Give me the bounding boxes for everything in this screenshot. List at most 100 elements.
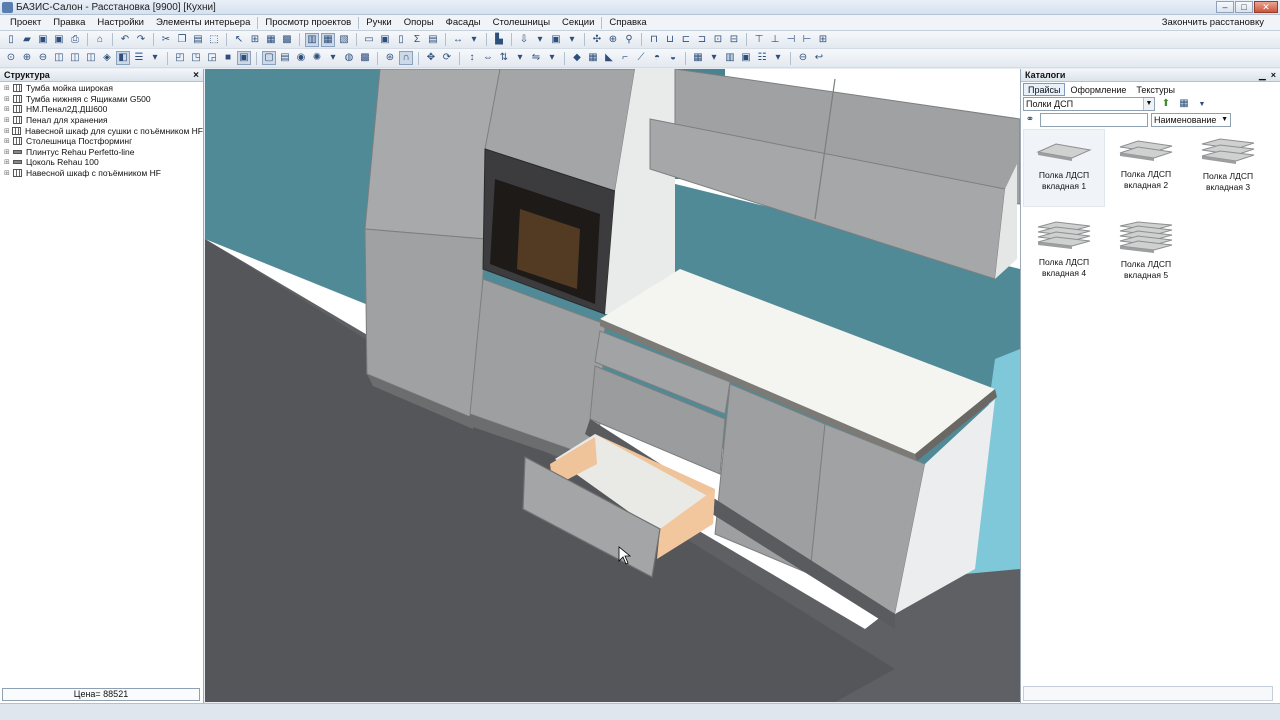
arrange-shelves-icon[interactable]: ☷ [755,51,769,65]
zoom-in-icon[interactable]: ⊕ [20,51,34,65]
chevron-down-icon[interactable]: ▼ [1143,98,1154,110]
view-persp-icon[interactable]: ◧ [116,51,130,65]
panel-icon[interactable]: ▤ [278,51,292,65]
view-left-icon[interactable]: ◫ [84,51,98,65]
texture-icon[interactable]: ▧ [337,33,351,47]
close-icon[interactable]: × [193,70,199,81]
sum-icon[interactable]: Σ [410,33,424,47]
cut-tool-icon[interactable]: ⟋ [634,51,648,65]
expand-icon[interactable]: ⊞ [4,105,13,113]
edge5-icon[interactable]: ⊡ [711,33,725,47]
move-icon[interactable]: ✥ [424,51,438,65]
tab-textures[interactable]: Текстуры [1131,83,1180,96]
vertical-move-icon[interactable]: ↕ [465,51,479,65]
group-icon[interactable]: ⊞ [248,33,262,47]
edge4-icon[interactable]: ⊐ [695,33,709,47]
paste-icon[interactable]: ▤ [191,33,205,47]
chevron-down-icon[interactable]: ▼ [1221,114,1228,126]
open-folder-icon[interactable]: ▰ [20,33,34,47]
menu-settings[interactable]: Настройки [91,17,150,28]
view-top-icon[interactable]: ◫ [68,51,82,65]
menu-facades[interactable]: Фасады [440,17,487,28]
table-icon[interactable]: ▦ [691,51,705,65]
mirror-dropdown-icon[interactable]: ▾ [545,51,559,65]
minimize-button[interactable]: – [1216,1,1234,13]
expand-icon[interactable]: ⊞ [4,95,13,103]
print-icon[interactable]: ⎙ [68,33,82,47]
view-front-icon[interactable]: ◫ [52,51,66,65]
undo-view-icon[interactable]: ⊖ [796,51,810,65]
edge6-icon[interactable]: ⊟ [727,33,741,47]
expand-icon[interactable]: ⊞ [4,158,13,166]
redo-icon[interactable]: ↷ [134,33,148,47]
catalog-search-input[interactable] [1040,113,1148,127]
window-icon[interactable]: ▣ [378,33,392,47]
undo-icon[interactable]: ↶ [118,33,132,47]
shape-icon[interactable]: ◒ [666,51,680,65]
sort-select[interactable]: Наименование ▼ [1151,113,1231,127]
edge3-icon[interactable]: ⊏ [679,33,693,47]
texture-map-icon[interactable]: ▩ [358,51,372,65]
edge-icon[interactable]: ⊓ [647,33,661,47]
catalog-item[interactable]: Полка ЛДСП вкладная 3 [1187,129,1269,207]
layout-icon[interactable]: ▦ [264,33,278,47]
select-icon[interactable]: ⬚ [207,33,221,47]
menu-interior-elements[interactable]: Элементы интерьера [150,17,256,28]
expand-icon[interactable]: ⊞ [4,137,13,145]
catalog-item[interactable]: Полка ЛДСП вкладная 4 [1023,213,1105,291]
pipe-icon[interactable]: ⌐ [618,51,632,65]
edge2-icon[interactable]: ⊔ [663,33,677,47]
menu-view-projects[interactable]: Просмотр проектов [259,17,357,28]
tree-item[interactable]: ⊞ НМ.Пенал2Д.ДШ600 [4,104,203,115]
menu-sections[interactable]: Секции [556,17,600,28]
pointer-icon[interactable]: ↖ [232,33,246,47]
tab-prices[interactable]: Прайсы [1023,83,1066,96]
cube-side-icon[interactable]: ◲ [205,51,219,65]
snap-icon[interactable]: ✣ [590,33,604,47]
render-mode-icon[interactable]: ▦ [321,32,335,47]
wall-icon[interactable]: ▭ [362,33,376,47]
home-icon[interactable]: ⌂ [93,33,107,47]
dimension-icon[interactable]: ↔ [451,33,465,47]
view-options-dropdown-icon[interactable]: ▼ [1195,97,1209,111]
tree-item[interactable]: ⊞ Пенал для хранения [4,115,203,126]
menu-handles[interactable]: Ручки [360,17,398,28]
cube-front-icon[interactable]: ◰ [173,51,187,65]
magnet-icon[interactable]: ⊕ [606,33,620,47]
arrange-shelves-dropdown-icon[interactable]: ▾ [771,51,785,65]
move-down-dropdown-icon[interactable]: ▾ [533,33,547,47]
edge-material-icon[interactable]: ▦ [586,51,600,65]
view-options-icon[interactable]: ▦ [1177,97,1191,111]
tree-item[interactable]: ⊞ Навесной шкаф с поъёмником HF [4,168,203,179]
cube-shaded-icon[interactable]: ▣ [237,51,251,65]
menu-project[interactable]: Проект [4,17,47,28]
zoom-out-icon[interactable]: ⊖ [36,51,50,65]
material-icon[interactable]: ◆ [570,51,584,65]
3d-viewport[interactable] [205,69,1020,702]
move-down-icon[interactable]: ⇩ [517,33,531,47]
tree-item[interactable]: ⊞ Тумба мойка широкая [4,83,203,94]
menu-help[interactable]: Справка [603,17,652,28]
expand-icon[interactable]: ⊞ [4,84,13,92]
align-top-icon[interactable]: ⊤ [752,33,766,47]
frame-icon[interactable]: ▣ [549,33,563,47]
align-bottom-icon[interactable]: ⊥ [768,33,782,47]
copy-icon[interactable]: ❐ [175,33,189,47]
mirror-icon[interactable]: ⇋ [529,51,543,65]
profile-icon[interactable]: ◓ [650,51,664,65]
arrange-icon[interactable]: ⇅ [497,51,511,65]
walk-icon[interactable]: ⊛ [383,51,397,65]
door-icon[interactable]: ▯ [394,33,408,47]
save-icon[interactable]: ▣ [36,33,50,47]
dimension-dropdown-icon[interactable]: ▾ [467,33,481,47]
menu-edit[interactable]: Правка [47,17,91,28]
cut-icon[interactable]: ✂ [159,33,173,47]
horizontal-move-icon[interactable]: ⇔ [481,51,495,65]
menu-countertops[interactable]: Столешницы [487,17,556,28]
align-left-icon[interactable]: ⊣ [784,33,798,47]
view-iso-icon[interactable]: ◈ [100,51,114,65]
align-right-icon[interactable]: ⊢ [800,33,814,47]
camera-icon[interactable]: ◉ [294,51,308,65]
link-icon[interactable]: ⚲ [622,33,636,47]
cube-back-icon[interactable]: ◳ [189,51,203,65]
